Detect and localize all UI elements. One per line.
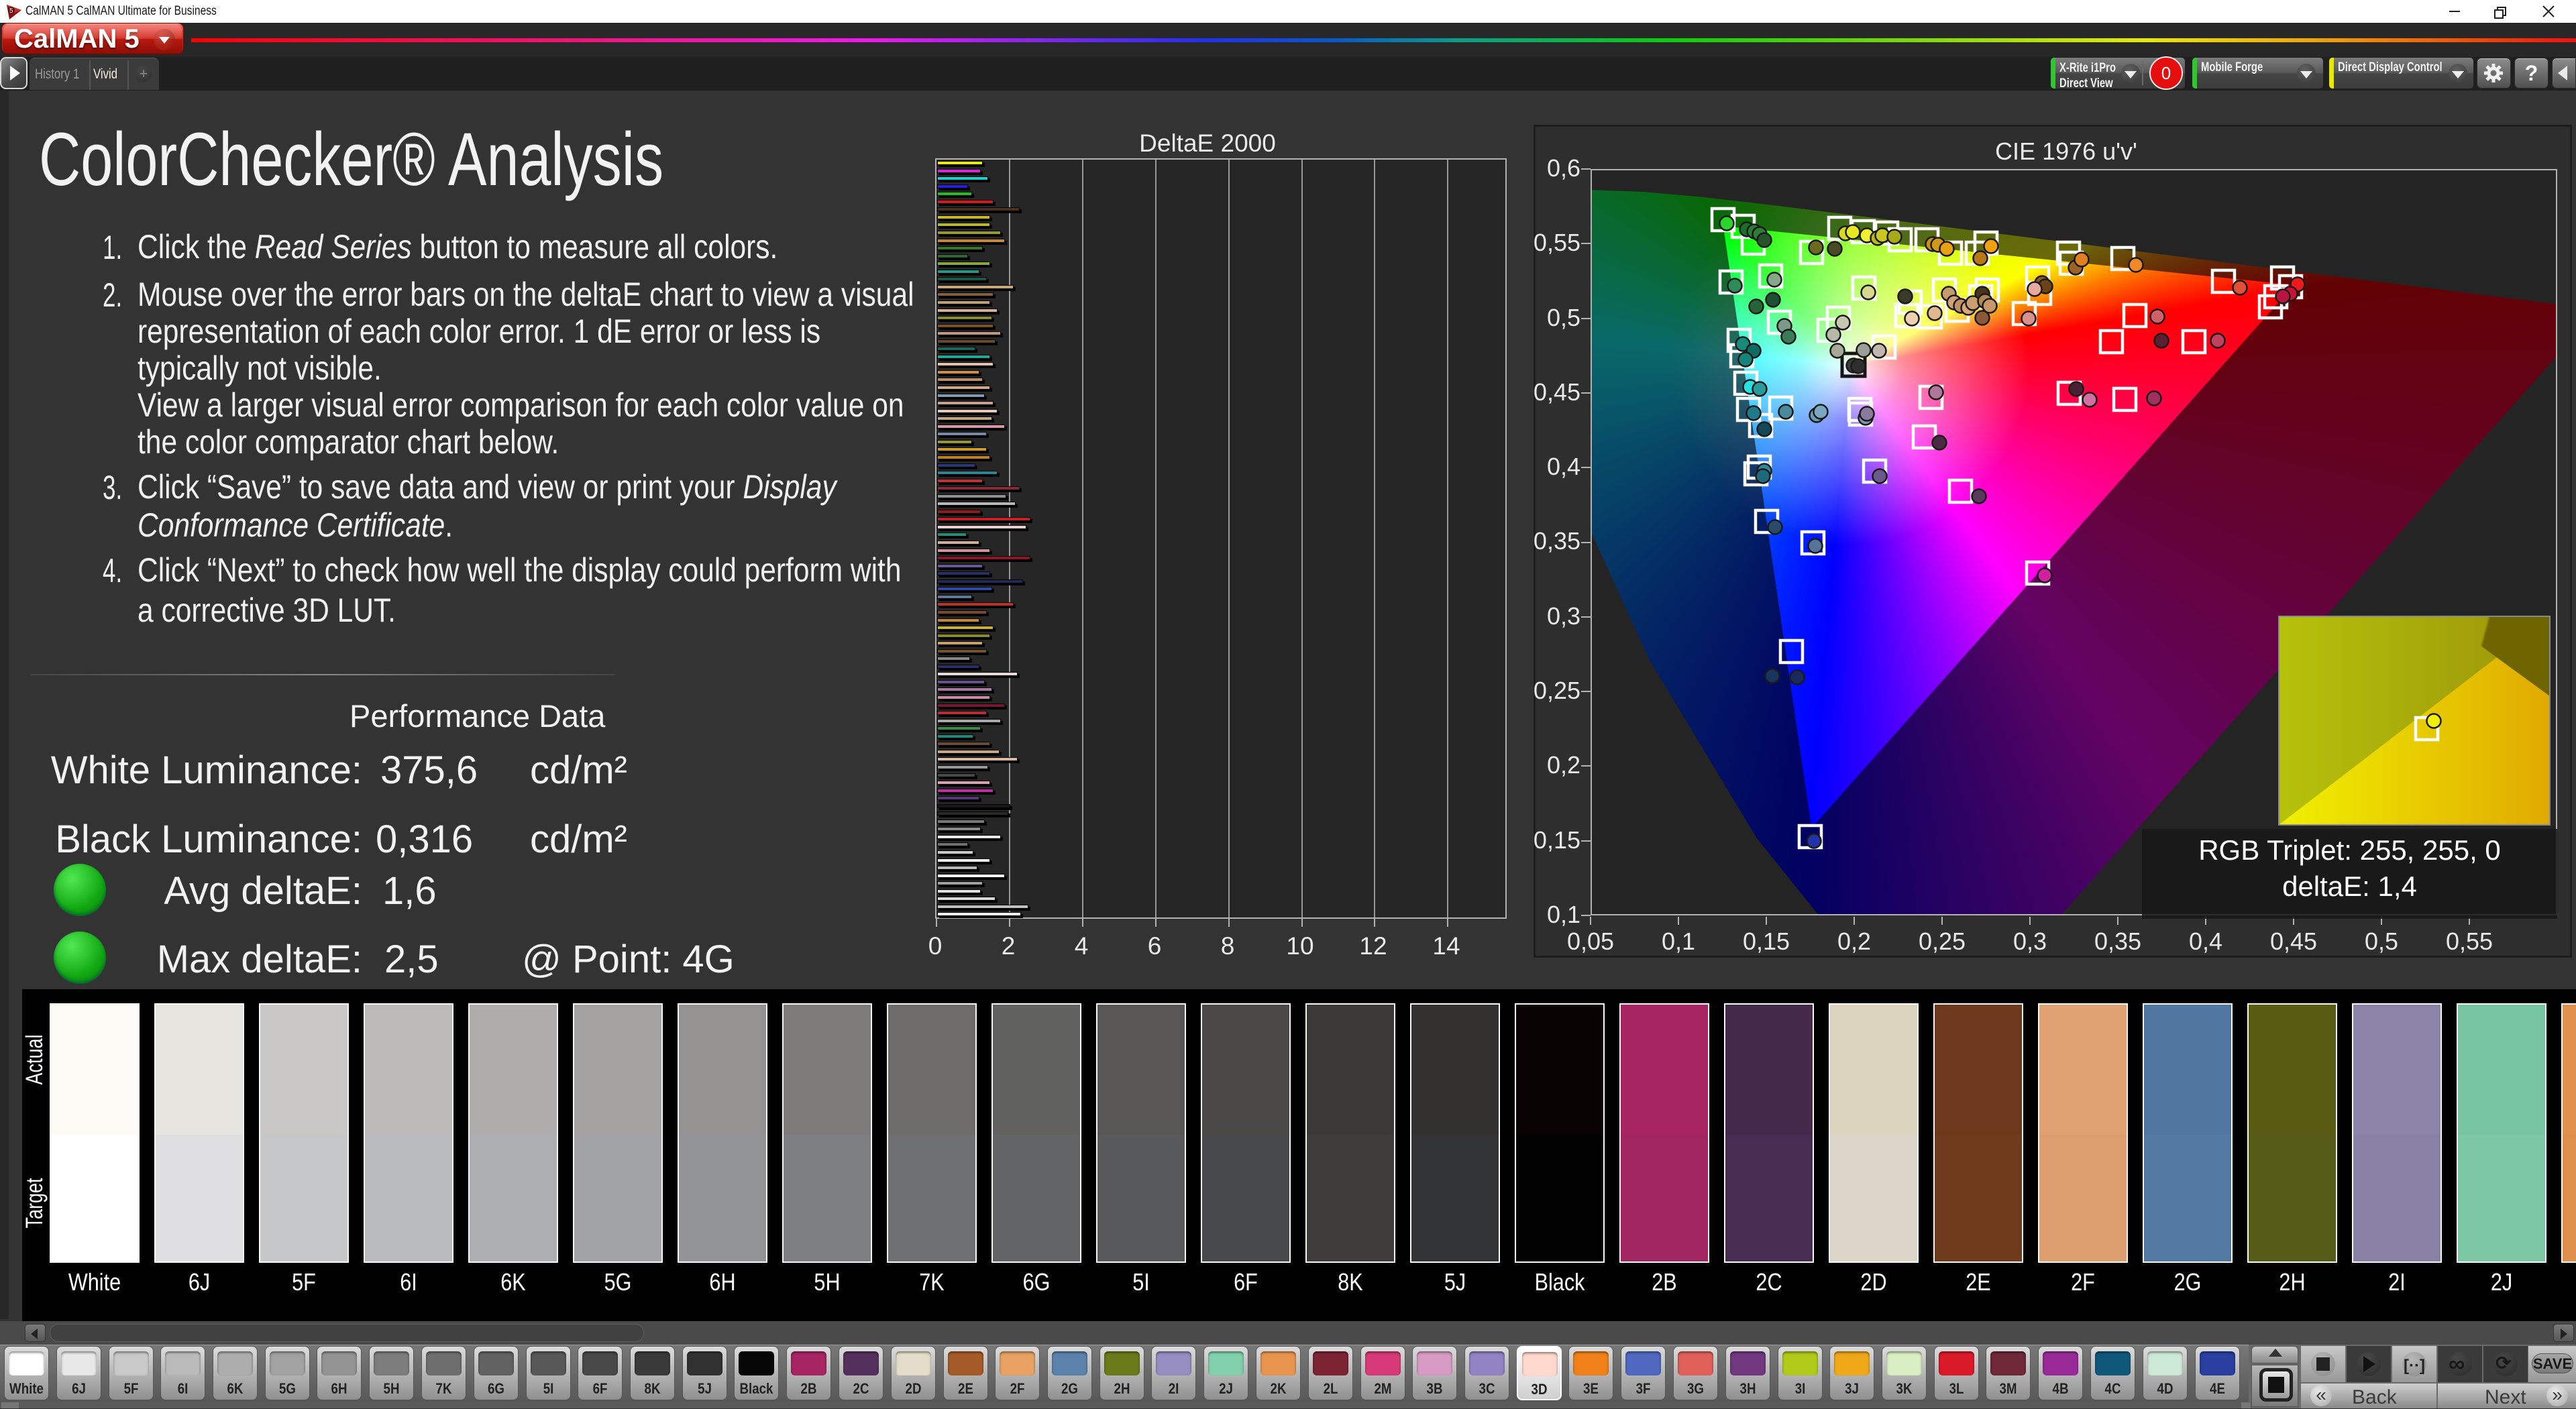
svg-text:5: 5	[9, 7, 13, 15]
